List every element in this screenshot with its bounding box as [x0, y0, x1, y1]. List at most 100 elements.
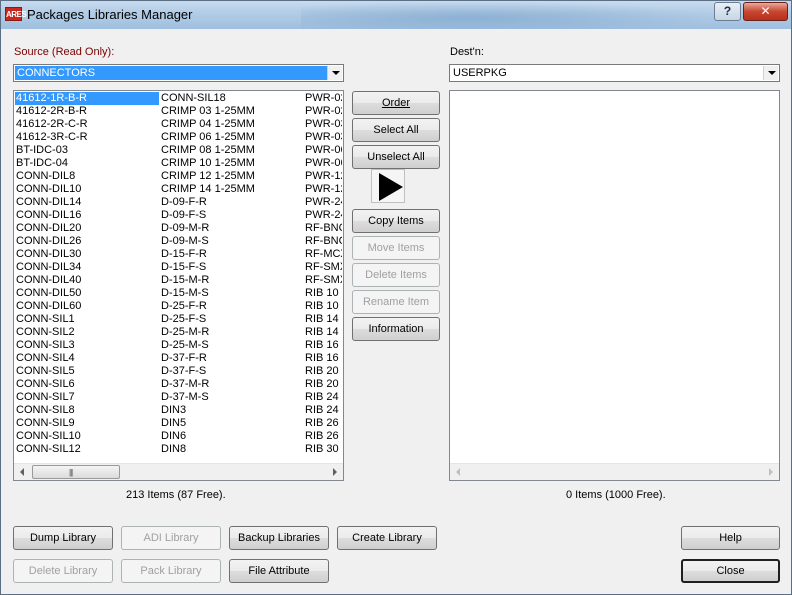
- scroll-left-icon[interactable]: [14, 464, 31, 480]
- information-button[interactable]: Information: [352, 317, 440, 341]
- list-item[interactable]: D-37-F-S: [160, 365, 304, 378]
- copy-arrow-icon[interactable]: [371, 169, 405, 203]
- list-item[interactable]: PWR-06: [304, 144, 342, 157]
- dest-library-combo[interactable]: USERPKG: [449, 64, 780, 82]
- list-item[interactable]: CRIMP 08 1-25MM: [160, 144, 304, 157]
- chevron-down-icon[interactable]: [327, 66, 342, 80]
- list-item[interactable]: BT-IDC-03: [15, 144, 159, 157]
- scroll-right-icon[interactable]: [326, 464, 343, 480]
- list-item[interactable]: RIB 20 F: [304, 365, 342, 378]
- list-item[interactable]: RIB 14 S: [304, 326, 342, 339]
- list-item[interactable]: D-25-M-S: [160, 339, 304, 352]
- list-item[interactable]: 41612-2R-B-R: [15, 105, 159, 118]
- scroll-left-icon[interactable]: [450, 464, 467, 480]
- close-button[interactable]: Close: [681, 559, 780, 583]
- list-item[interactable]: CONN-SIL2: [15, 326, 159, 339]
- list-item[interactable]: D-09-F-S: [160, 209, 304, 222]
- list-item[interactable]: D-15-M-R: [160, 274, 304, 287]
- list-item[interactable]: CONN-SIL8: [15, 404, 159, 417]
- list-item[interactable]: RIB 30 F: [304, 443, 342, 456]
- list-item[interactable]: CONN-SIL3: [15, 339, 159, 352]
- list-item[interactable]: D-25-F-R: [160, 300, 304, 313]
- list-item[interactable]: RF-MCX: [304, 248, 342, 261]
- list-item[interactable]: CRIMP 10 1-25MM: [160, 157, 304, 170]
- list-item[interactable]: D-09-F-R: [160, 196, 304, 209]
- list-item[interactable]: RIB 14 F: [304, 313, 342, 326]
- list-item[interactable]: RIB 20 S: [304, 378, 342, 391]
- list-item[interactable]: RIB 16 F: [304, 339, 342, 352]
- list-item[interactable]: D-09-M-S: [160, 235, 304, 248]
- move-items-button[interactable]: Move Items: [352, 236, 440, 260]
- list-item[interactable]: 41612-2R-C-R: [15, 118, 159, 131]
- window-close-icon[interactable]: ✕: [743, 2, 788, 21]
- list-item[interactable]: CONN-DIL20: [15, 222, 159, 235]
- list-item[interactable]: CONN-SIL5: [15, 365, 159, 378]
- list-item[interactable]: CONN-DIL30: [15, 248, 159, 261]
- list-item[interactable]: DIN5: [160, 417, 304, 430]
- list-item[interactable]: DIN3: [160, 404, 304, 417]
- list-item[interactable]: 41612-1R-B-R: [15, 92, 159, 105]
- list-item[interactable]: CONN-SIL9: [15, 417, 159, 430]
- list-item[interactable]: CONN-SIL12: [15, 443, 159, 456]
- list-item[interactable]: PWR-24: [304, 196, 342, 209]
- list-item[interactable]: CONN-DIL34: [15, 261, 159, 274]
- list-item[interactable]: RIB 16 S: [304, 352, 342, 365]
- list-item[interactable]: RIB 26 F: [304, 417, 342, 430]
- list-item[interactable]: RIB 24 F: [304, 391, 342, 404]
- list-item[interactable]: CONN-SIL1: [15, 313, 159, 326]
- list-item[interactable]: PWR-24: [304, 209, 342, 222]
- list-item[interactable]: CONN-DIL8: [15, 170, 159, 183]
- list-item[interactable]: CONN-SIL4: [15, 352, 159, 365]
- list-item[interactable]: D-09-M-R: [160, 222, 304, 235]
- delete-library-button[interactable]: Delete Library: [13, 559, 113, 583]
- scrollbar-thumb[interactable]: [32, 465, 120, 479]
- list-item[interactable]: CONN-DIL16: [15, 209, 159, 222]
- unselect-all-button[interactable]: Unselect All: [352, 145, 440, 169]
- list-item[interactable]: D-37-M-R: [160, 378, 304, 391]
- list-item[interactable]: CONN-SIL7: [15, 391, 159, 404]
- list-item[interactable]: RIB 26 S: [304, 430, 342, 443]
- dest-items-list[interactable]: [449, 90, 780, 481]
- delete-items-button[interactable]: Delete Items: [352, 263, 440, 287]
- list-item[interactable]: RIB 24 S: [304, 404, 342, 417]
- list-item[interactable]: CONN-SIL6: [15, 378, 159, 391]
- list-item[interactable]: RIB 10 S: [304, 300, 342, 313]
- source-horizontal-scrollbar[interactable]: [14, 463, 343, 480]
- help-button[interactable]: Help: [681, 526, 780, 550]
- list-item[interactable]: BT-IDC-04: [15, 157, 159, 170]
- list-item[interactable]: CONN-DIL50: [15, 287, 159, 300]
- list-item[interactable]: RF-BNC: [304, 222, 342, 235]
- list-item[interactable]: PWR-06: [304, 157, 342, 170]
- select-all-button[interactable]: Select All: [352, 118, 440, 142]
- list-item[interactable]: CRIMP 03 1-25MM: [160, 105, 304, 118]
- scroll-right-icon[interactable]: [762, 464, 779, 480]
- list-item[interactable]: D-15-M-S: [160, 287, 304, 300]
- pack-library-button[interactable]: Pack Library: [121, 559, 221, 583]
- list-item[interactable]: CONN-DIL60: [15, 300, 159, 313]
- list-item[interactable]: PWR-02: [304, 105, 342, 118]
- list-item[interactable]: CRIMP 12 1-25MM: [160, 170, 304, 183]
- dump-library-button[interactable]: Dump Library: [13, 526, 113, 550]
- list-item[interactable]: CONN-SIL10: [15, 430, 159, 443]
- source-library-combo[interactable]: CONNECTORS: [13, 64, 344, 82]
- dest-horizontal-scrollbar[interactable]: [450, 463, 779, 480]
- list-item[interactable]: CONN-DIL10: [15, 183, 159, 196]
- rename-item-button[interactable]: Rename Item: [352, 290, 440, 314]
- list-item[interactable]: CRIMP 06 1-25MM: [160, 131, 304, 144]
- backup-libraries-button[interactable]: Backup Libraries: [229, 526, 329, 550]
- list-item[interactable]: D-37-F-R: [160, 352, 304, 365]
- list-item[interactable]: PWR-12: [304, 170, 342, 183]
- list-item[interactable]: PWR-03: [304, 118, 342, 131]
- list-item[interactable]: PWR-12: [304, 183, 342, 196]
- list-item[interactable]: D-25-F-S: [160, 313, 304, 326]
- list-item[interactable]: D-15-F-S: [160, 261, 304, 274]
- source-items-list[interactable]: 41612-1R-B-R 41612-2R-B-R 41612-2R-C-R 4161…: [13, 90, 344, 481]
- list-item[interactable]: D-15-F-R: [160, 248, 304, 261]
- list-item[interactable]: RF-BNC: [304, 235, 342, 248]
- file-attribute-button[interactable]: File Attribute: [229, 559, 329, 583]
- list-item[interactable]: PWR-03: [304, 131, 342, 144]
- order-button[interactable]: Order: [352, 91, 440, 115]
- list-item[interactable]: D-37-M-S: [160, 391, 304, 404]
- copy-items-button[interactable]: Copy Items: [352, 209, 440, 233]
- adi-library-button[interactable]: ADI Library: [121, 526, 221, 550]
